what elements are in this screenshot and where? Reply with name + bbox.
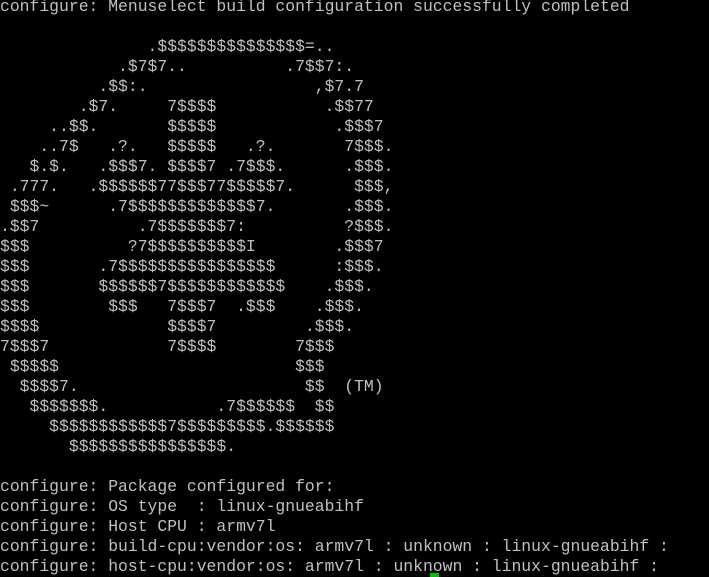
ascii-art-line: $$$$$$$$$$$$7$$$$$$$$$.$$$$$$	[0, 417, 335, 436]
terminal-line: configure: build-cpu:vendor:os: armv7l :…	[0, 537, 669, 556]
ascii-art-line: $$$ $$$ 7$$$7 .$$$ .$$$.	[0, 297, 364, 316]
ascii-art-line: $$$$ $$$$7 .$$$.	[0, 317, 355, 336]
ascii-art-line: .$$:. ,$7.7	[0, 77, 364, 96]
ascii-art-line: $$$ $$$$$$7$$$$$$$$$$$$ .$$$.	[0, 277, 374, 296]
terminal-line: configure: Menuselect build configuratio…	[0, 0, 630, 16]
ascii-art-line: .$$7 .7$$$$$$$7: ?$$$.	[0, 217, 394, 236]
terminal-line: configure: host-cpu:vendor:os: armv7l : …	[0, 557, 660, 576]
ascii-art-line: ..7$ .?. $$$$$ .?. 7$$$.	[0, 137, 394, 156]
terminal-line: configure: OS type : linux-gnueabihf	[0, 497, 364, 516]
terminal-line: configure: Host CPU : armv7l	[0, 517, 276, 536]
ascii-art-line: $$$$$ $$$	[0, 357, 325, 376]
ascii-art-line: $.$. .$$$7. $$$$7 .7$$$. .$$$.	[0, 157, 394, 176]
ascii-art-line: $$$ .7$$$$$$$$$$$$$$$$ :$$$.	[0, 257, 384, 276]
ascii-art-line: $$$~ .7$$$$$$$$$$$$$7. .$$$.	[0, 197, 394, 216]
ascii-art-line: .$7. 7$$$$ .$$77	[0, 97, 374, 116]
ascii-art-line: .777. .$$$$$$77$$$77$$$$$7. $$$,	[0, 177, 394, 196]
ascii-art-line: 7$$$7 7$$$$ 7$$$	[0, 337, 335, 356]
terminal-line: configure: Package configured for:	[0, 477, 335, 496]
terminal-cursor	[430, 573, 439, 577]
ascii-art-line: $$$ ?7$$$$$$$$$$I .$$$7	[0, 237, 384, 256]
ascii-art-line: $$$$$$$$$$$$$$$$.	[0, 437, 237, 456]
ascii-art-line: .$7$7.. .7$$7:.	[0, 57, 355, 76]
ascii-art-line: $$$$7. $$ (TM)	[0, 377, 384, 396]
terminal-window[interactable]: configure: Menuselect build configuratio…	[0, 0, 709, 577]
ascii-art-line: ..$$. $$$$$ .$$$7	[0, 117, 384, 136]
ascii-art-line: .$$$$$$$$$$$$$$$=..	[0, 37, 335, 56]
ascii-art-line: $$$$$$$. .7$$$$$$ $$	[0, 397, 335, 416]
